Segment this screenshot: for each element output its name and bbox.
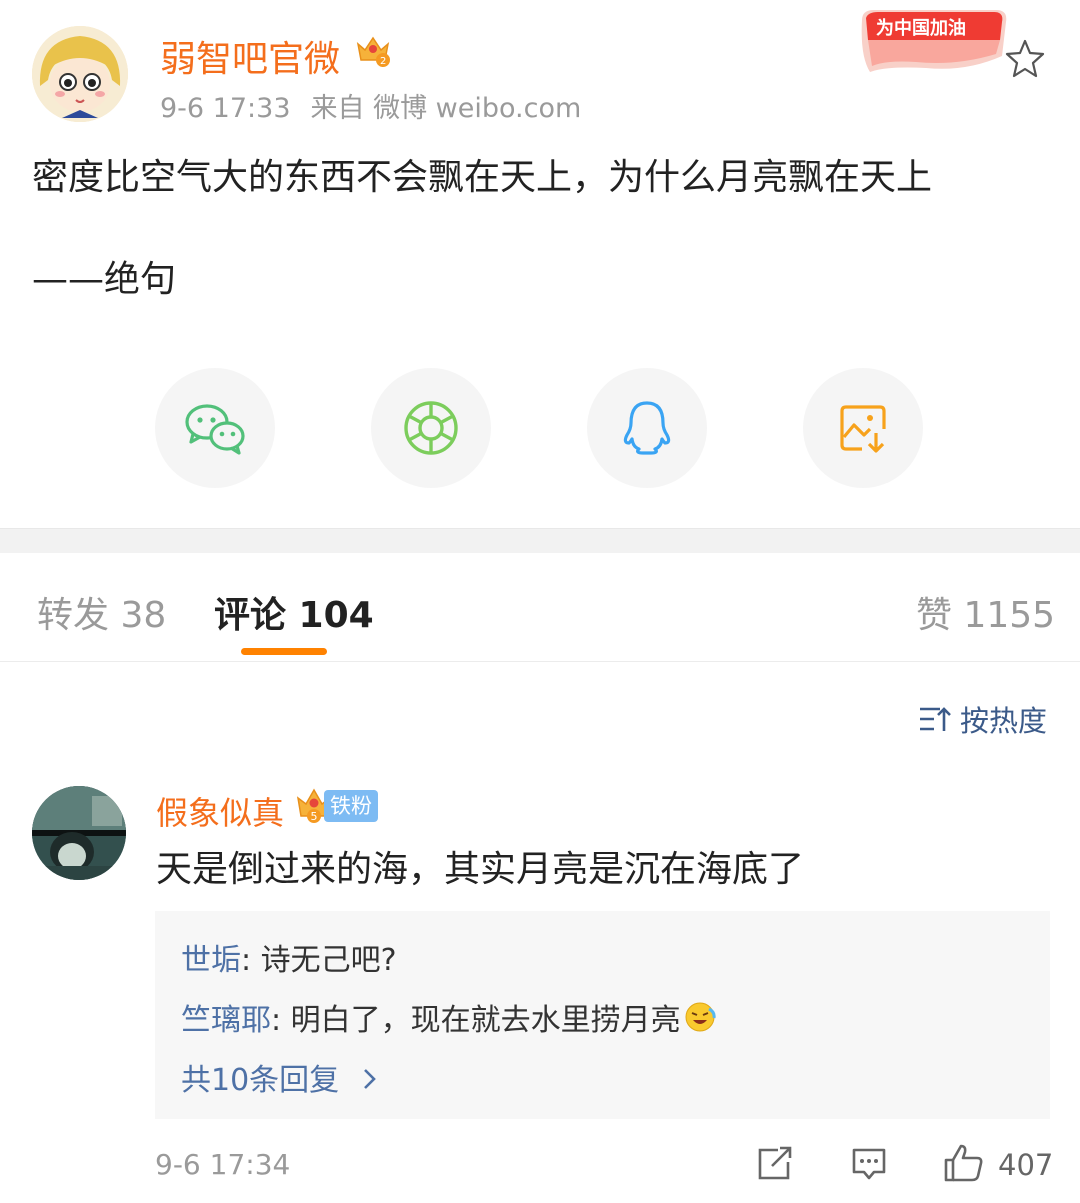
reply-text: : 诗无己吧? (241, 943, 397, 978)
vip-crown-icon: 2 (354, 34, 392, 72)
fan-badge: 铁粉 (324, 790, 378, 822)
sort-icon (920, 707, 951, 731)
reply-item[interactable]: 世垢: 诗无己吧? (181, 935, 397, 979)
vip-level: 5 (311, 810, 318, 823)
commenter-avatar[interactable] (32, 786, 126, 880)
more-replies-link[interactable]: 共10条回复 (181, 1055, 381, 1099)
reply-author[interactable]: 世垢 (181, 943, 241, 978)
post-source[interactable]: 来自 微博 weibo.com (311, 93, 582, 124)
tab-comments[interactable]: 评论 104 (214, 586, 374, 638)
svg-text:2: 2 (380, 56, 386, 67)
comment-icon[interactable] (850, 1146, 888, 1186)
moments-icon (404, 401, 458, 455)
qq-icon (623, 401, 671, 455)
author-avatar[interactable] (32, 26, 128, 122)
more-replies-label: 共10条回复 (181, 1063, 340, 1098)
reply-preview-box[interactable]: 世垢: 诗无己吧? 竺璃耶: 明白了，现在就去水里捞月亮 共10条回复 (155, 911, 1050, 1119)
reply-author[interactable]: 竺璃耶 (181, 995, 271, 1039)
share-qq-button[interactable] (587, 368, 707, 488)
comment-text: 天是倒过来的海，其实月亮是沉在海底了 (156, 849, 805, 890)
reply-item[interactable]: 竺璃耶: 明白了，现在就去水里捞月亮 (181, 995, 717, 1039)
post-text: 密度比空气大的东西不会飘在天上，为什么月亮飘在天上 (32, 157, 933, 198)
favorite-star-icon[interactable] (1004, 38, 1046, 84)
tabs-divider (0, 661, 1080, 662)
wechat-icon (185, 404, 245, 455)
laugh-cry-emoji-icon (685, 1002, 716, 1032)
like-icon[interactable] (942, 1142, 984, 1188)
post-signature: ——绝句 (32, 259, 177, 300)
author-name[interactable]: 弱智吧官微 (160, 30, 340, 82)
badge-label: 为中国加油 (876, 17, 966, 39)
tab-forward[interactable]: 转发 38 (37, 586, 166, 638)
tab-likes[interactable]: 赞 1155 (916, 586, 1055, 638)
save-image-icon (840, 405, 886, 453)
sort-label: 按热度 (960, 704, 1048, 738)
share-wechat-button[interactable] (155, 368, 275, 488)
chevron-right-icon (363, 1069, 376, 1089)
forward-icon[interactable] (756, 1146, 794, 1186)
reply-text: : 明白了，现在就去水里捞月亮 (271, 1003, 681, 1038)
post-meta: 9-6 17:33 来自 微博 weibo.com (160, 86, 581, 125)
sort-button[interactable]: 按热度 (918, 698, 1047, 740)
comment-time: 9-6 17:34 (155, 1148, 291, 1181)
commenter-name[interactable]: 假象似真 (156, 788, 284, 834)
section-divider (0, 528, 1080, 553)
tab-active-indicator (241, 648, 327, 655)
post-date: 9-6 17:33 (160, 93, 291, 124)
save-image-button[interactable] (803, 368, 923, 488)
like-count: 407 (998, 1148, 1054, 1182)
share-moments-button[interactable] (371, 368, 491, 488)
cheer-badge[interactable]: 为中国加油 (856, 6, 1012, 72)
